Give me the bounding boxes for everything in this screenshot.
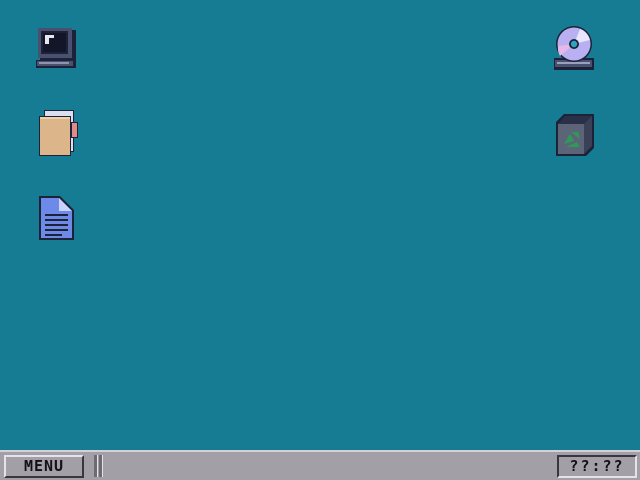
menu-button[interactable]: MENU — [4, 455, 84, 478]
computer-icon[interactable] — [32, 24, 80, 72]
taskbar: MENU ??:?? — [0, 450, 640, 480]
taskbar-grip-handle[interactable] — [94, 455, 98, 477]
taskbar-grip-handle-2[interactable] — [99, 455, 103, 477]
folder-icon[interactable] — [32, 108, 80, 156]
desktop[interactable] — [0, 0, 640, 450]
recycle-bin-icon[interactable] — [550, 108, 598, 156]
taskbar-clock: ??:?? — [557, 455, 637, 478]
document-icon[interactable] — [32, 194, 80, 242]
cd-drive-icon[interactable] — [550, 24, 598, 72]
